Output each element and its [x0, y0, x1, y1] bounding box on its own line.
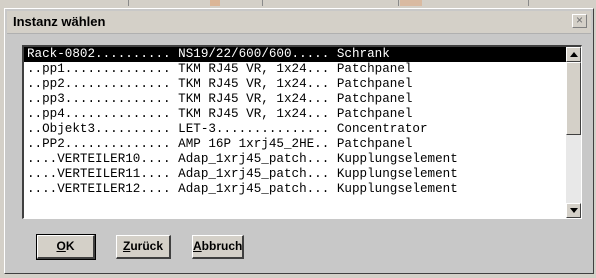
instance-list: Rack-0802.......... NS19/22/600/600.....… [24, 47, 567, 197]
back-button[interactable]: Zurück [116, 235, 171, 259]
list-item[interactable]: ....VERTEILER12.... Adap_1xrj45_patch...… [24, 182, 567, 197]
cancel-button-mnemonic: A [193, 239, 202, 253]
background-divider [262, 0, 263, 6]
ok-button-label: K [65, 239, 75, 253]
scroll-down-button[interactable] [566, 203, 581, 218]
arrow-down-icon [570, 208, 578, 213]
background-divider [528, 0, 529, 6]
arrow-up-icon [570, 52, 578, 57]
close-button[interactable]: × [572, 14, 587, 28]
cancel-button[interactable]: Abbruch [192, 235, 244, 259]
list-item[interactable]: ..Objekt3.......... LET-3...............… [24, 122, 567, 137]
list-item[interactable]: ....VERTEILER10.... Adap_1xrj45_patch...… [24, 152, 567, 167]
background-divider [398, 0, 399, 6]
instance-listbox[interactable]: Rack-0802.......... NS19/22/600/600.....… [22, 45, 582, 219]
cancel-button-label: bbruch [201, 239, 243, 253]
list-item[interactable]: ..pp1.............. TKM RJ45 VR, 1x24...… [24, 62, 567, 77]
title-bar[interactable]: Instanz wählen × [7, 11, 591, 34]
back-button-label: urück [130, 239, 164, 253]
ok-button-mnemonic: O [56, 239, 66, 253]
scrollbar-thumb[interactable] [566, 62, 581, 135]
close-icon: × [575, 13, 583, 27]
instance-select-dialog: Instanz wählen × Rack-0802.......... NS1… [4, 8, 594, 274]
background-decoration [400, 0, 422, 6]
list-item[interactable]: ....VERTEILER11.... Adap_1xrj45_patch...… [24, 167, 567, 182]
background-window [0, 0, 596, 8]
ok-button[interactable]: OK [36, 234, 96, 260]
list-item[interactable]: ..pp4.............. TKM RJ45 VR, 1x24...… [24, 107, 567, 122]
dialog-title: Instanz wählen [13, 14, 106, 29]
scroll-up-button[interactable] [566, 47, 581, 62]
vertical-scrollbar[interactable] [566, 47, 581, 218]
list-item[interactable]: Rack-0802.......... NS19/22/600/600.....… [24, 47, 567, 62]
list-item[interactable]: ..pp3.............. TKM RJ45 VR, 1x24...… [24, 92, 567, 107]
background-divider [128, 0, 129, 6]
list-item[interactable]: ..pp2.............. TKM RJ45 VR, 1x24...… [24, 77, 567, 92]
list-item[interactable]: ..PP2.............. AMP 16P 1xrj45_2HE..… [24, 137, 567, 152]
background-decoration [210, 0, 220, 6]
